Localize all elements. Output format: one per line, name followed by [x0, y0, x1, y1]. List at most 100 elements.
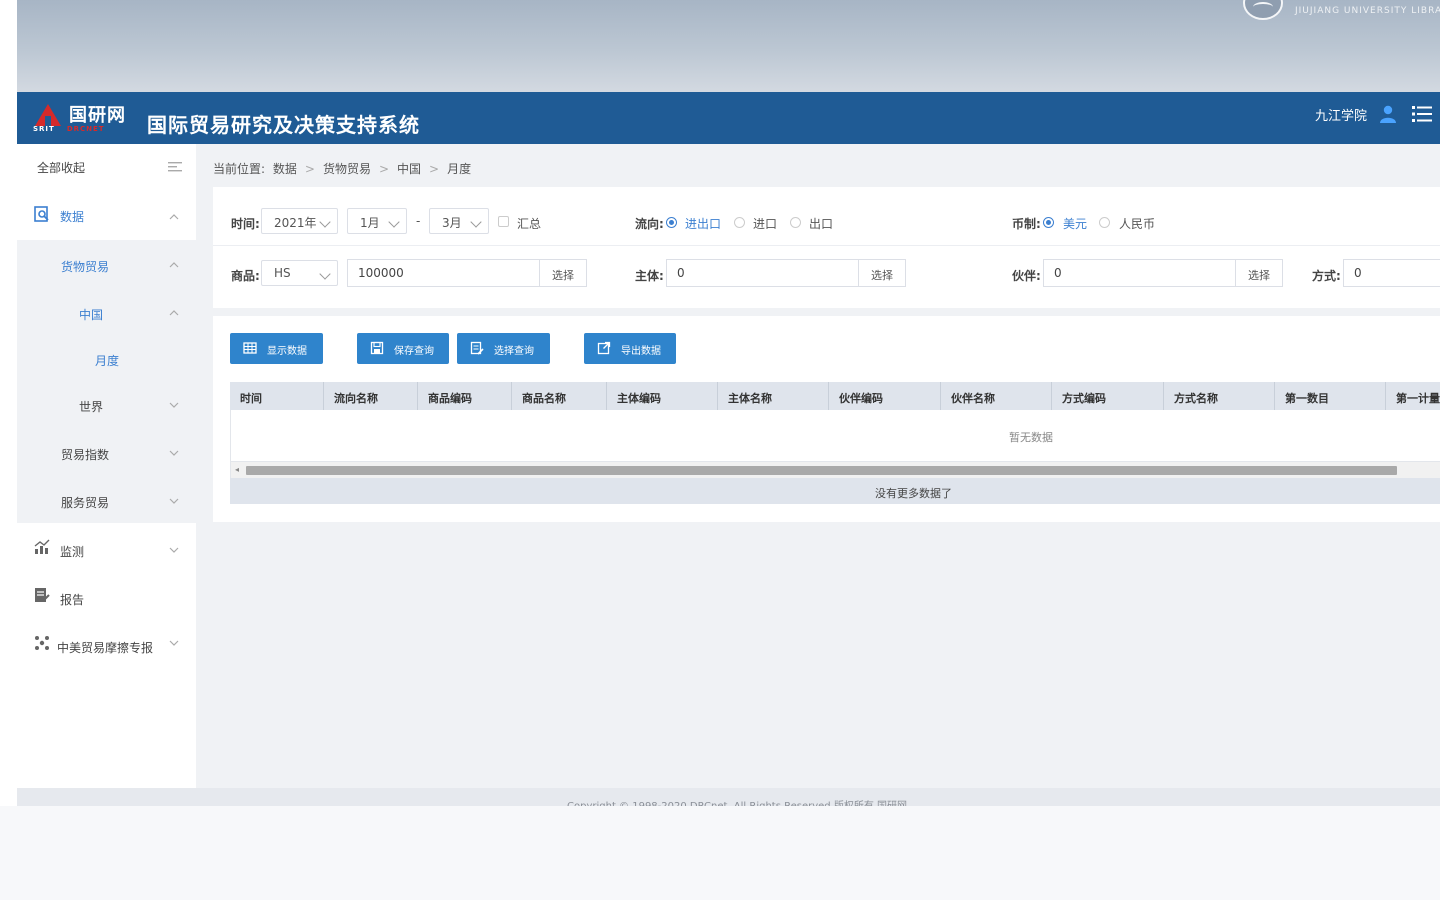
sidebar-item-label: 货物贸易: [61, 260, 110, 274]
table-body: 暂无数据: [230, 410, 1440, 462]
range-separator: -: [416, 214, 421, 228]
sidebar-item-sino-us-report[interactable]: 中美贸易摩擦专报: [17, 621, 196, 669]
user-icon[interactable]: [1379, 105, 1397, 123]
sidebar-item-monitor[interactable]: 监测: [17, 525, 196, 573]
scroll-left-arrow-icon[interactable]: ◂: [235, 465, 239, 474]
end-month-select[interactable]: 3月: [429, 208, 489, 234]
flow-option-export[interactable]: 出口: [809, 215, 833, 232]
sidebar-item-label: 服务贸易: [61, 496, 110, 510]
sidebar-item-label: 数据: [60, 210, 85, 224]
flow-radio-import[interactable]: [734, 217, 745, 228]
breadcrumb-item-data[interactable]: 数据: [273, 162, 297, 176]
year-select[interactable]: 2021年: [261, 208, 338, 234]
column-header[interactable]: 主体编码: [607, 382, 718, 410]
table-header: 时间 流向名称 商品编码 商品名称 主体编码 主体名称 伙伴编码 伙伴名称 方式…: [230, 382, 1440, 410]
sidebar-item-label: 月度: [95, 354, 120, 368]
result-panel: 显示数据 保存查询 选择查询 导出数据 时间 流向名称 商品编码 商品名称 主体…: [213, 316, 1440, 522]
sidebar-item-trade-index[interactable]: 贸易指数: [17, 428, 196, 476]
goods-label: 商品:: [231, 269, 260, 283]
sidebar-item-china[interactable]: 中国: [17, 288, 196, 336]
data-submenu: 货物贸易 中国 月度 世界 贸易指数 服务贸易: [17, 240, 196, 523]
export-icon: [597, 341, 611, 355]
flow-option-import-export[interactable]: 进出口: [685, 215, 721, 232]
summary-checkbox[interactable]: [498, 216, 509, 227]
subject-input[interactable]: 0: [666, 259, 859, 287]
sidebar-item-label: 中美贸易摩擦专报: [57, 641, 154, 655]
sidebar-item-service-trade[interactable]: 服务贸易: [17, 476, 196, 524]
save-query-button[interactable]: 保存查询: [357, 333, 449, 364]
choose-query-button[interactable]: 选择查询: [457, 333, 550, 364]
breadcrumb-item-goods-trade[interactable]: 货物贸易: [323, 162, 371, 176]
menu-list-icon[interactable]: [1412, 105, 1432, 123]
breadcrumb-item-monthly[interactable]: 月度: [447, 162, 471, 176]
user-name[interactable]: 九江学院: [1315, 105, 1367, 124]
goods-type-select[interactable]: HS: [261, 260, 338, 286]
button-label: 保存查询: [394, 346, 434, 357]
show-data-button[interactable]: 显示数据: [230, 333, 323, 364]
system-title: 国际贸易研究及决策支持系统: [147, 113, 420, 137]
chart-icon: [34, 539, 50, 554]
partner-input[interactable]: 0: [1043, 259, 1236, 287]
sidebar-item-goods-trade[interactable]: 货物贸易: [17, 240, 196, 288]
collapse-menu-icon[interactable]: [168, 161, 182, 173]
library-banner: JIUJIANG UNIVERSITY LIBRARY: [17, 0, 1440, 92]
goods-pick-button[interactable]: 选择: [540, 259, 587, 287]
breadcrumb-item-china[interactable]: 中国: [397, 162, 421, 176]
column-header[interactable]: 方式名称: [1164, 382, 1275, 410]
goods-type-value: HS: [274, 266, 291, 280]
report-edit-icon: [35, 588, 50, 602]
flow-radio-export[interactable]: [790, 217, 801, 228]
network-nodes-icon: [35, 636, 49, 650]
time-label: 时间:: [231, 217, 260, 231]
start-month-select[interactable]: 1月: [347, 208, 407, 234]
sidebar-item-data[interactable]: 数据: [17, 192, 196, 240]
column-header[interactable]: 主体名称: [718, 382, 829, 410]
column-header[interactable]: 伙伴名称: [941, 382, 1052, 410]
currency-option-rmb[interactable]: 人民币: [1119, 215, 1155, 232]
flow-radio-import-export[interactable]: [666, 217, 677, 228]
goods-code-input[interactable]: 100000: [347, 259, 540, 287]
data-search-icon: [34, 206, 49, 222]
mode-input[interactable]: 0: [1343, 259, 1440, 287]
column-header[interactable]: 时间: [230, 382, 324, 410]
university-banner-text: JIUJIANG UNIVERSITY LIBRARY: [1295, 6, 1440, 16]
button-label: 导出数据: [621, 346, 661, 357]
partner-pick-button[interactable]: 选择: [1236, 259, 1283, 287]
horizontal-scrollbar[interactable]: ◂: [230, 462, 1440, 478]
sidebar: 全部收起 数据 货物贸易 中国 月度 世界 贸易指数 服务贸易 监测 报告 中美…: [17, 144, 196, 788]
export-data-button[interactable]: 导出数据: [584, 333, 676, 364]
currency-option-usd[interactable]: 美元: [1063, 215, 1087, 232]
column-header[interactable]: 第一数目: [1275, 382, 1386, 410]
sidebar-item-label: 贸易指数: [61, 448, 110, 462]
subject-label: 主体:: [635, 269, 664, 283]
currency-radio-rmb[interactable]: [1099, 217, 1110, 228]
table-footer: 没有更多数据了: [230, 478, 1440, 504]
column-header[interactable]: 方式编码: [1052, 382, 1164, 410]
column-header[interactable]: 商品编码: [418, 382, 512, 410]
sidebar-item-monthly[interactable]: 月度: [17, 334, 196, 382]
column-header[interactable]: 商品名称: [512, 382, 607, 410]
flow-option-import[interactable]: 进口: [753, 215, 777, 232]
sidebar-collapse-all[interactable]: 全部收起: [17, 144, 196, 192]
brand-name[interactable]: 国研网: [69, 101, 126, 127]
chevron-down-icon: [169, 402, 179, 408]
chevron-down-icon: [169, 640, 179, 646]
column-header[interactable]: 伙伴编码: [829, 382, 941, 410]
university-logo-icon: [1243, 0, 1283, 20]
column-header[interactable]: 流向名称: [324, 382, 418, 410]
app-header: 国研网 SRIT DRCNET 国际贸易研究及决策支持系统 九江学院: [17, 92, 1440, 144]
brand-subtitle: SRIT DRCNET: [33, 125, 105, 133]
filter-divider: [213, 245, 1440, 246]
chevron-up-icon: [169, 310, 179, 316]
empty-data-message: 暂无数据: [1009, 431, 1053, 444]
year-select-value: 2021年: [274, 216, 317, 230]
sidebar-item-label: 监测: [60, 545, 85, 559]
sidebar-item-report[interactable]: 报告: [17, 573, 196, 621]
column-header[interactable]: 第一计量: [1386, 382, 1440, 410]
currency-radio-usd[interactable]: [1043, 217, 1054, 228]
end-month-value: 3月: [442, 216, 462, 230]
bottom-blank-area: [0, 806, 1440, 900]
scrollbar-thumb[interactable]: [246, 466, 1397, 475]
subject-pick-button[interactable]: 选择: [859, 259, 906, 287]
sidebar-item-world[interactable]: 世界: [17, 380, 196, 428]
